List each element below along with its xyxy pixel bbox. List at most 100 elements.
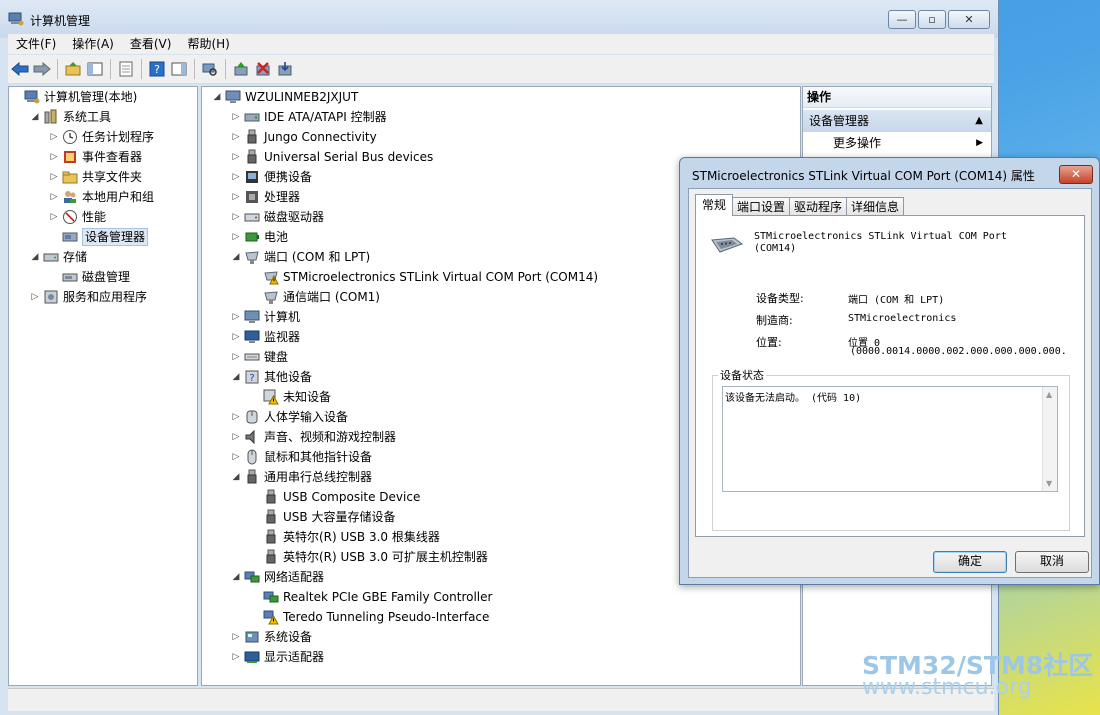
console-tree-item[interactable]: 设备管理器 (49, 227, 149, 247)
collapse-arrow-icon[interactable]: ◢ (231, 367, 241, 387)
cancel-button[interactable]: 取消 (1015, 551, 1089, 573)
expand-arrow-icon[interactable]: ▷ (231, 447, 241, 467)
expand-arrow-icon[interactable]: ▷ (231, 627, 241, 647)
expand-arrow-icon[interactable]: ▷ (49, 147, 59, 167)
device-tree-item[interactable]: ◢ 网络适配器 (231, 567, 324, 587)
device-tree-item[interactable]: ▷ 鼠标和其他指针设备 (231, 447, 372, 467)
collapse-up-icon[interactable]: ▲ (975, 110, 983, 132)
expand-arrow-icon[interactable]: ▷ (49, 127, 59, 147)
close-button[interactable]: ✕ (948, 10, 990, 29)
expand-arrow-icon[interactable]: ▷ (231, 167, 241, 187)
device-status-textbox[interactable]: 该设备无法启动。 (代码 10) ▲ ▼ (722, 386, 1058, 492)
expand-arrow-icon[interactable]: ▷ (231, 407, 241, 427)
console-tree-item[interactable]: 计算机管理(本地) (11, 87, 137, 107)
collapse-arrow-icon[interactable]: ◢ (212, 87, 222, 107)
expand-arrow-icon[interactable]: ▷ (231, 127, 241, 147)
device-tree-item[interactable]: ▷ 键盘 (231, 347, 288, 367)
console-tree-item[interactable]: ▷ 本地用户和组 (49, 187, 154, 207)
tab-driver[interactable]: 驱动程序 (789, 197, 848, 216)
expand-arrow-icon[interactable]: ▷ (231, 187, 241, 207)
device-tree-item[interactable]: 英特尔(R) USB 3.0 可扩展主机控制器 (250, 547, 488, 567)
title-bar[interactable]: 计算机管理 — ▫ ✕ (0, 0, 998, 38)
properties-icon[interactable] (116, 59, 136, 79)
expand-arrow-icon[interactable]: ▷ (231, 647, 241, 667)
console-tree-item[interactable]: ◢ 系统工具 (30, 107, 111, 127)
collapse-arrow-icon[interactable]: ◢ (30, 107, 40, 127)
expand-arrow-icon[interactable]: ▷ (49, 207, 59, 227)
device-tree-item[interactable]: ▷ 显示适配器 (231, 647, 324, 667)
menu-help[interactable]: 帮助(H) (179, 34, 237, 54)
expand-arrow-icon[interactable]: ▷ (231, 427, 241, 447)
device-tree-item[interactable]: ▷ 便携设备 (231, 167, 312, 187)
ok-button[interactable]: 确定 (933, 551, 1007, 573)
disable-device-icon[interactable] (275, 59, 295, 79)
expand-arrow-icon[interactable]: ▷ (49, 187, 59, 207)
console-tree-item[interactable]: ▷ 服务和应用程序 (30, 287, 147, 307)
device-tree-item[interactable]: ▷ 计算机 (231, 307, 300, 327)
device-tree-item[interactable]: 通信端口 (COM1) (250, 287, 380, 307)
minimize-button[interactable]: — (888, 10, 916, 29)
forward-arrow-icon[interactable] (32, 59, 52, 79)
update-driver-icon[interactable] (231, 59, 251, 79)
expand-arrow-icon[interactable]: ▷ (231, 147, 241, 167)
device-tree-item[interactable]: USB 大容量存储设备 (250, 507, 395, 527)
menu-action[interactable]: 操作(A) (64, 34, 122, 54)
console-tree-item[interactable]: ▷ 共享文件夹 (49, 167, 142, 187)
scan-hardware-icon[interactable] (200, 59, 220, 79)
device-tree-item[interactable]: 英特尔(R) USB 3.0 根集线器 (250, 527, 440, 547)
dialog-close-button[interactable]: ✕ (1059, 165, 1093, 184)
device-tree-item[interactable]: ▷ 电池 (231, 227, 288, 247)
more-actions-item[interactable]: 更多操作 ▶ (803, 132, 991, 154)
scroll-down-icon[interactable]: ▼ (1046, 479, 1052, 488)
device-tree-item[interactable]: ▷ 人体学输入设备 (231, 407, 348, 427)
help-icon[interactable]: ? (147, 59, 167, 79)
tab-details[interactable]: 详细信息 (846, 197, 905, 216)
device-tree-item[interactable]: ◢ WZULINMEB2JXJUT (212, 87, 359, 107)
device-tree-item[interactable]: Teredo Tunneling Pseudo-Interface (250, 607, 489, 627)
actions-section-device-manager[interactable]: 设备管理器 ▲ (803, 110, 991, 132)
console-tree-item[interactable]: ▷ 性能 (49, 207, 106, 227)
console-tree-item[interactable]: 磁盘管理 (49, 267, 130, 287)
collapse-arrow-icon[interactable]: ◢ (231, 567, 241, 587)
expand-arrow-icon[interactable]: ▷ (49, 167, 59, 187)
expand-arrow-icon[interactable]: ▷ (231, 327, 241, 347)
console-tree-item[interactable]: ▷ 任务计划程序 (49, 127, 154, 147)
device-tree-item[interactable]: 未知设备 (250, 387, 331, 407)
expand-arrow-icon[interactable]: ▷ (231, 227, 241, 247)
device-tree-item[interactable]: ◢ 端口 (COM 和 LPT) (231, 247, 370, 267)
device-tree-item[interactable]: ◢ 通用串行总线控制器 (231, 467, 372, 487)
device-tree-item[interactable]: ▷ Jungo Connectivity (231, 127, 377, 147)
tab-general[interactable]: 常规 (695, 194, 734, 216)
device-tree-item[interactable]: ▷ 监视器 (231, 327, 300, 347)
device-tree-item[interactable]: ▷ 磁盘驱动器 (231, 207, 324, 227)
device-tree-item[interactable]: Realtek PCIe GBE Family Controller (250, 587, 492, 607)
device-tree-item[interactable]: ▷ 系统设备 (231, 627, 312, 647)
maximize-button[interactable]: ▫ (918, 10, 946, 29)
back-arrow-icon[interactable] (10, 59, 30, 79)
up-folder-icon[interactable] (63, 59, 83, 79)
device-tree-item[interactable]: ▷ IDE ATA/ATAPI 控制器 (231, 107, 387, 127)
device-tree-item[interactable]: USB Composite Device (250, 487, 420, 507)
menu-view[interactable]: 查看(V) (122, 34, 180, 54)
device-tree-item[interactable]: ◢? 其他设备 (231, 367, 312, 387)
tab-port-settings[interactable]: 端口设置 (732, 197, 791, 216)
device-tree-item[interactable]: ▷ 处理器 (231, 187, 300, 207)
collapse-arrow-icon[interactable]: ◢ (30, 247, 40, 267)
expand-arrow-icon[interactable]: ▷ (30, 287, 40, 307)
device-tree-item[interactable]: ▷ 声音、视频和游戏控制器 (231, 427, 396, 447)
collapse-arrow-icon[interactable]: ◢ (231, 247, 241, 267)
console-tree-item[interactable]: ▷ 事件查看器 (49, 147, 142, 167)
show-hide-tree-icon[interactable] (85, 59, 105, 79)
uninstall-device-icon[interactable] (253, 59, 273, 79)
expand-arrow-icon[interactable]: ▷ (231, 207, 241, 227)
device-tree-item[interactable]: ▷ Universal Serial Bus devices (231, 147, 433, 167)
expand-arrow-icon[interactable]: ▷ (231, 347, 241, 367)
expand-arrow-icon[interactable]: ▷ (231, 307, 241, 327)
device-tree-item[interactable]: STMicroelectronics STLink Virtual COM Po… (250, 267, 598, 287)
console-tree-item[interactable]: ◢ 存储 (30, 247, 87, 267)
expand-arrow-icon[interactable]: ▷ (231, 107, 241, 127)
scroll-up-icon[interactable]: ▲ (1046, 390, 1052, 399)
show-hide-action-pane-icon[interactable] (169, 59, 189, 79)
menu-file[interactable]: 文件(F) (8, 34, 64, 54)
status-scrollbar[interactable]: ▲ ▼ (1042, 387, 1057, 491)
